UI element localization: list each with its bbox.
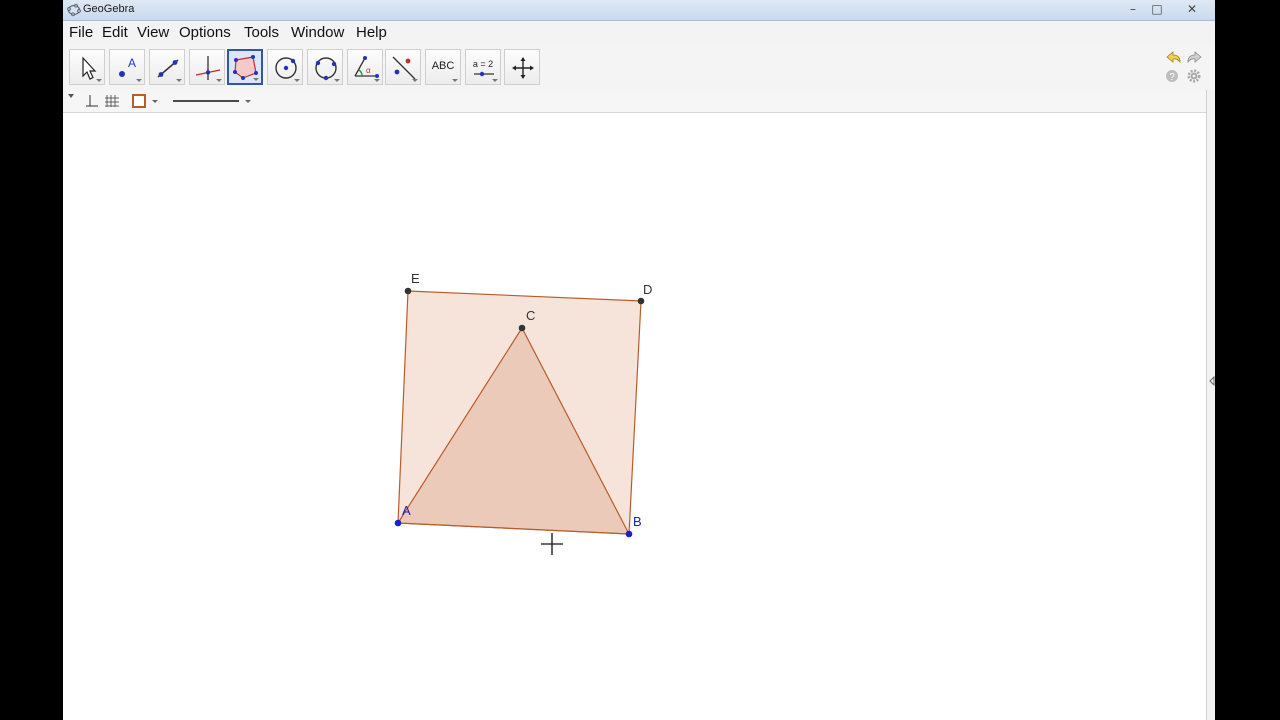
point-c[interactable] (518, 324, 526, 332)
point-d[interactable] (637, 297, 645, 305)
geogebra-window: GeoGebra – □ ✕ File Edit View Options To… (63, 0, 1215, 720)
tool-menu-indicator (334, 79, 340, 82)
slider-tool-button[interactable]: a = 2 (465, 49, 501, 85)
window-title: GeoGebra (83, 3, 135, 15)
text-icon: ABC (431, 60, 455, 72)
svg-text:α: α (366, 66, 371, 75)
point-label-d[interactable]: D (643, 282, 652, 297)
tool-menu-indicator (492, 79, 498, 82)
close-button[interactable]: ✕ (1180, 1, 1204, 17)
text-tool-button[interactable]: ABC (425, 49, 461, 85)
point-tool-button[interactable]: A (109, 49, 145, 85)
view-divider[interactable] (1206, 90, 1215, 720)
menu-view[interactable]: View (137, 24, 169, 41)
tool-menu-indicator (96, 79, 102, 82)
menu-file[interactable]: File (69, 24, 93, 41)
svg-text:A: A (128, 56, 136, 70)
menu-edit[interactable]: Edit (102, 24, 128, 41)
collapse-arrow-icon[interactable] (1209, 376, 1215, 386)
title-bar[interactable]: GeoGebra – □ ✕ (63, 0, 1215, 21)
point-e[interactable] (404, 287, 412, 295)
menu-help[interactable]: Help (356, 24, 387, 41)
menu-options[interactable]: Options (179, 24, 231, 41)
menu-bar: File Edit View Options Tools Window Help (63, 21, 1215, 44)
line-style-icon[interactable] (173, 100, 251, 103)
line-tool-button[interactable] (149, 49, 185, 85)
perpendicular-tool-button[interactable] (189, 49, 225, 85)
maximize-button[interactable]: □ (1145, 1, 1169, 17)
move-tool-button[interactable] (69, 49, 105, 85)
angle-tool-button[interactable]: α (347, 49, 383, 85)
style-bar (63, 90, 1206, 113)
tool-menu-indicator (136, 79, 142, 82)
style-bar-controls (68, 94, 251, 108)
tool-menu-indicator (374, 79, 380, 82)
move-graphics-tool-button[interactable] (504, 49, 540, 85)
style-bar-toggle-icon[interactable] (68, 94, 74, 98)
point-b[interactable] (625, 530, 633, 538)
tool-menu-indicator (253, 78, 259, 81)
tool-menu-indicator (176, 79, 182, 82)
svg-text:?: ? (1169, 72, 1175, 83)
menu-window[interactable]: Window (291, 24, 344, 41)
grid-toggle-icon[interactable] (105, 95, 119, 107)
move-cross-icon (512, 57, 534, 79)
circle-tool-button[interactable] (267, 49, 303, 85)
tool-menu-indicator (216, 79, 222, 82)
point-label-a[interactable]: A (402, 503, 411, 518)
graphics-view[interactable]: A B C D E (63, 113, 1206, 720)
polygon-tool-button[interactable] (227, 49, 263, 85)
construction-canvas[interactable] (63, 113, 1206, 720)
undo-icon[interactable] (1164, 49, 1182, 65)
point-label-b[interactable]: B (633, 514, 642, 529)
help-icon[interactable]: ? (1165, 69, 1179, 83)
menu-tools[interactable]: Tools (244, 24, 279, 41)
tool-menu-indicator (294, 79, 300, 82)
crosshair-cursor-icon (541, 533, 563, 555)
gear-icon[interactable] (1187, 69, 1201, 83)
geogebra-logo-icon (67, 3, 81, 17)
point-label-c[interactable]: C (526, 308, 535, 323)
color-picker-icon[interactable] (132, 94, 158, 108)
toolbar: A α ABC a = 2 (63, 44, 1215, 90)
point-label-e[interactable]: E (411, 271, 420, 286)
tool-menu-indicator (452, 79, 458, 82)
reflect-tool-button[interactable] (385, 49, 421, 85)
conic-tool-button[interactable] (307, 49, 343, 85)
redo-icon[interactable] (1186, 49, 1204, 65)
tool-menu-indicator (412, 79, 418, 82)
point-a[interactable] (394, 519, 402, 527)
axes-toggle-icon[interactable] (86, 95, 98, 107)
minimize-button[interactable]: – (1121, 1, 1145, 17)
